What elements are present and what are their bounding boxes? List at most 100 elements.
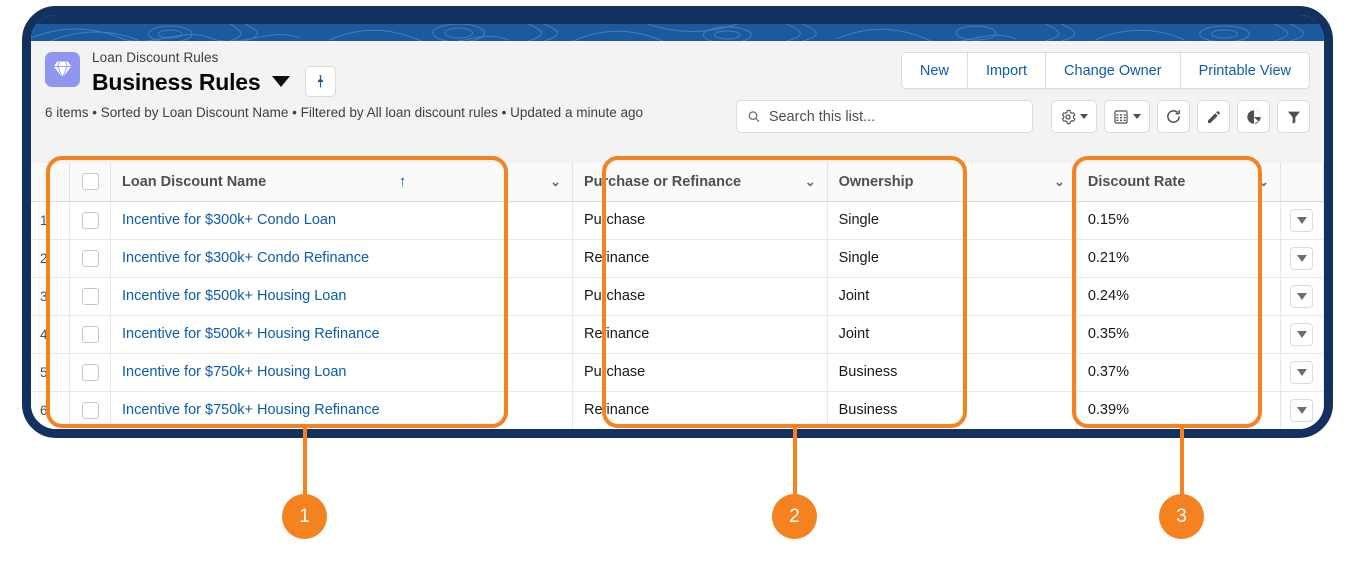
record-link[interactable]: Incentive for $750k+ Housing Refinance [122, 402, 380, 418]
column-label: Discount Rate [1087, 173, 1186, 190]
row-checkbox[interactable] [81, 325, 99, 343]
table-row[interactable]: 1 Incentive for $300k+ Condo Loan Purcha… [31, 201, 1324, 240]
chevron-down-icon[interactable] [271, 76, 290, 87]
cell-purchase-or-refinance: Refinance [572, 315, 828, 354]
list-view-header: Loan Discount Rules Business Rules 6 ite… [31, 41, 1324, 163]
row-checkbox[interactable] [81, 401, 99, 419]
row-actions-cell[interactable] [1280, 391, 1324, 429]
list-view-meta: 6 items • Sorted by Loan Discount Name •… [45, 105, 643, 120]
cell-discount-rate: 0.39% [1076, 391, 1281, 429]
cell-purchase-or-refinance: Refinance [572, 391, 828, 429]
annotation-leader-2 [793, 428, 797, 496]
change-owner-button[interactable]: Change Owner [1045, 53, 1180, 88]
title-row: Business Rules [92, 66, 336, 97]
table-row[interactable]: 5 Incentive for $750k+ Housing Loan Purc… [31, 353, 1324, 392]
search-input[interactable] [768, 108, 1022, 125]
row-actions-cell[interactable] [1280, 239, 1324, 278]
refresh-icon[interactable] [1157, 100, 1190, 133]
row-actions-header [1280, 163, 1324, 202]
row-actions-button[interactable] [1290, 208, 1314, 232]
annotation-callout-1: 1 [282, 494, 327, 539]
cell-discount-rate: 0.37% [1076, 353, 1281, 392]
row-number: 5 [31, 353, 71, 392]
search-icon [748, 111, 760, 123]
printable-view-button[interactable]: Printable View [1179, 53, 1309, 88]
row-checkbox[interactable] [81, 363, 99, 381]
record-link[interactable]: Incentive for $500k+ Housing Loan [122, 288, 347, 304]
diamond-icon [45, 52, 80, 87]
record-link[interactable]: Incentive for $500k+ Housing Refinance [122, 326, 380, 342]
cell-ownership: Business [827, 391, 1077, 429]
chevron-down-icon[interactable]: ⌄ [1054, 174, 1065, 190]
column-header-discount-rate[interactable]: Discount Rate ⌄ [1076, 163, 1281, 202]
row-checkbox[interactable] [81, 211, 99, 229]
row-select-cell[interactable] [69, 353, 111, 392]
row-actions-button[interactable] [1290, 246, 1314, 270]
banner-pattern-icon [31, 24, 1305, 41]
import-button[interactable]: Import [966, 53, 1046, 88]
column-label: Purchase or Refinance [583, 173, 742, 190]
row-actions-cell[interactable] [1280, 201, 1324, 240]
cell-discount-rate: 0.35% [1076, 315, 1281, 354]
cell-loan-discount-name: Incentive for $500k+ Housing Refinance [110, 315, 573, 354]
row-actions-cell[interactable] [1280, 315, 1324, 354]
row-actions-button[interactable] [1290, 284, 1314, 308]
row-checkbox[interactable] [81, 249, 99, 267]
cell-discount-rate: 0.24% [1076, 277, 1281, 316]
cell-loan-discount-name: Incentive for $300k+ Condo Refinance [110, 239, 573, 278]
select-all-checkbox[interactable] [81, 173, 99, 191]
cell-ownership: Business [827, 353, 1077, 392]
filter-icon[interactable] [1277, 100, 1310, 133]
row-checkbox[interactable] [81, 287, 99, 305]
row-actions-button[interactable] [1290, 322, 1314, 346]
row-actions-cell[interactable] [1280, 277, 1324, 316]
row-number: 2 [31, 239, 71, 278]
pin-button[interactable] [304, 66, 336, 97]
record-link[interactable]: Incentive for $300k+ Condo Loan [122, 212, 336, 228]
row-actions-button[interactable] [1290, 398, 1314, 422]
row-select-cell[interactable] [69, 239, 111, 278]
charts-icon[interactable] [1237, 100, 1270, 133]
row-number: 4 [31, 315, 71, 354]
row-actions-cell[interactable] [1280, 353, 1324, 392]
column-header-ownership[interactable]: Ownership ⌄ [827, 163, 1077, 202]
row-actions-button[interactable] [1290, 360, 1314, 384]
row-select-cell[interactable] [69, 315, 111, 354]
record-link[interactable]: Incentive for $750k+ Housing Loan [122, 364, 347, 380]
chevron-down-icon[interactable]: ⌄ [1258, 174, 1269, 190]
annotation-callout-3: 3 [1159, 494, 1204, 539]
row-number: 3 [31, 277, 71, 316]
row-select-cell[interactable] [69, 277, 111, 316]
chevron-down-icon [1296, 216, 1307, 224]
row-select-cell[interactable] [69, 391, 111, 429]
search-box[interactable] [736, 100, 1033, 133]
table-body: 1 Incentive for $300k+ Condo Loan Purcha… [31, 201, 1324, 429]
list-view-controls-icon[interactable] [1051, 100, 1097, 133]
chevron-down-icon [1133, 114, 1141, 119]
page-title: Business Rules [92, 68, 261, 95]
cell-loan-discount-name: Incentive for $750k+ Housing Loan [110, 353, 573, 392]
table-row[interactable]: 3 Incentive for $500k+ Housing Loan Purc… [31, 277, 1324, 316]
display-as-icon[interactable] [1104, 100, 1150, 133]
table-row[interactable]: 4 Incentive for $500k+ Housing Refinance… [31, 315, 1324, 354]
column-header-loan-discount-name[interactable]: Loan Discount Name ↑ ⌄ [110, 163, 573, 202]
cell-discount-rate: 0.15% [1076, 201, 1281, 240]
select-all-header[interactable] [69, 163, 111, 202]
sort-ascending-icon: ↑ [398, 173, 407, 191]
table-row[interactable]: 2 Incentive for $300k+ Condo Refinance R… [31, 239, 1324, 278]
row-number-header [31, 163, 71, 202]
cell-loan-discount-name: Incentive for $300k+ Condo Loan [110, 201, 573, 240]
edit-icon[interactable] [1197, 100, 1230, 133]
table-header-row: Loan Discount Name ↑ ⌄ Purchase or Refin… [31, 163, 1324, 202]
chevron-down-icon[interactable]: ⌄ [550, 174, 561, 190]
table-row[interactable]: 6 Incentive for $750k+ Housing Refinance… [31, 391, 1324, 429]
record-link[interactable]: Incentive for $300k+ Condo Refinance [122, 250, 369, 266]
chevron-down-icon[interactable]: ⌄ [805, 174, 816, 190]
column-header-purchase-or-refinance[interactable]: Purchase or Refinance ⌄ [572, 163, 828, 202]
new-button[interactable]: New [901, 53, 967, 88]
column-label: Loan Discount Name [121, 173, 267, 190]
chevron-down-icon [1296, 292, 1307, 300]
row-select-cell[interactable] [69, 201, 111, 240]
cell-loan-discount-name: Incentive for $500k+ Housing Loan [110, 277, 573, 316]
annotation-callout-2: 2 [772, 494, 817, 539]
